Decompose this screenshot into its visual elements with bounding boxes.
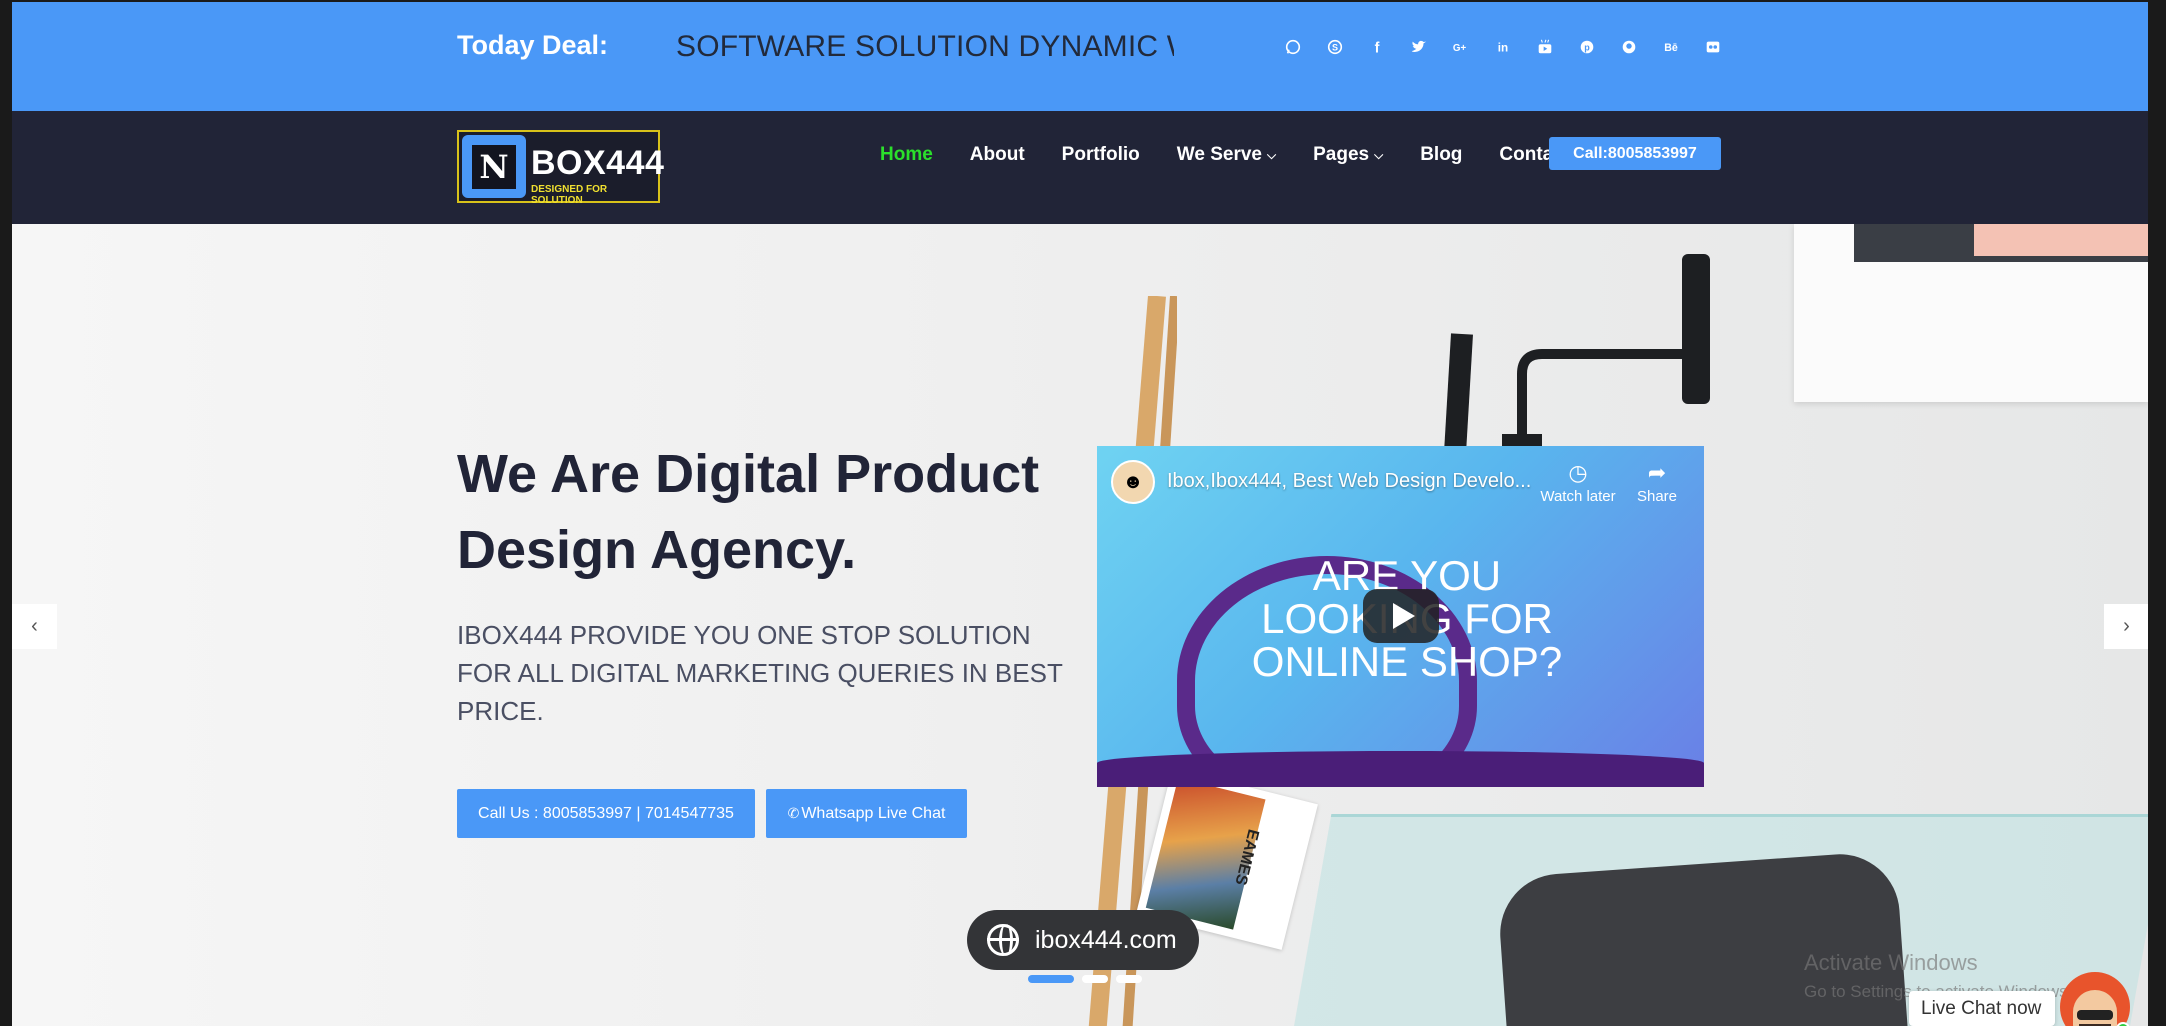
slider-next-button[interactable]: › bbox=[2104, 604, 2148, 649]
share-icon: ➦ bbox=[1647, 460, 1667, 485]
play-button[interactable] bbox=[1363, 589, 1439, 643]
site-logo[interactable]: N BOX444 DESIGNED FOR SOLUTION bbox=[457, 130, 664, 206]
main-menu: Home About Portfolio We Serve ⌵ Pages ⌵ Bl… bbox=[880, 140, 1607, 170]
globe-icon bbox=[987, 924, 1019, 956]
google-plus-icon[interactable]: G+ bbox=[1440, 32, 1482, 62]
github-icon[interactable] bbox=[1608, 32, 1650, 62]
behance-icon[interactable]: Bē bbox=[1650, 32, 1692, 62]
live-chat-button[interactable]: Live Chat now bbox=[1909, 991, 2056, 1026]
logo-text: BOX444 bbox=[531, 144, 665, 182]
whatsapp-icon: ✆ bbox=[787, 805, 800, 821]
twitter-icon[interactable] bbox=[1398, 32, 1440, 62]
social-links: S f G+ in p Bē bbox=[1272, 32, 1734, 62]
logo-tagline: DESIGNED FOR SOLUTION bbox=[531, 184, 608, 206]
slider-dots bbox=[1028, 975, 1142, 983]
play-icon bbox=[1393, 603, 1415, 629]
clock-icon: ◷ bbox=[1568, 460, 1588, 485]
domain-text: ibox444.com bbox=[1035, 925, 1177, 954]
pinterest-icon[interactable]: p bbox=[1566, 32, 1608, 62]
hero-slider: EAMES We Are Digital Product Design Agen… bbox=[12, 224, 2148, 1026]
call-us-button[interactable]: Call Us : 8005853997 | 7014547735 bbox=[457, 789, 755, 838]
menu-item-we-serve-label: We Serve bbox=[1176, 144, 1262, 165]
main-navbar: N BOX444 DESIGNED FOR SOLUTION Home Abou… bbox=[12, 111, 2148, 224]
svg-text:p: p bbox=[1584, 43, 1590, 53]
share-label: Share bbox=[1636, 488, 1678, 505]
chevron-down-icon: ⌵ bbox=[1266, 147, 1277, 162]
slider-dot[interactable] bbox=[1082, 975, 1108, 983]
channel-avatar[interactable]: ☻ bbox=[1111, 460, 1155, 504]
menu-item-pages-label: Pages bbox=[1313, 144, 1370, 165]
chevron-down-icon: ⌵ bbox=[1374, 147, 1384, 162]
call-button[interactable]: Call:8005853997 bbox=[1549, 137, 1721, 170]
facebook-icon[interactable]: f bbox=[1356, 32, 1398, 62]
linkedin-icon[interactable]: in bbox=[1482, 32, 1524, 62]
svg-text:G+: G+ bbox=[1453, 43, 1467, 54]
menu-item-about[interactable]: About bbox=[970, 140, 1025, 170]
browser-viewport: Today Deal: SOFTWARE SOLUTION DYNAMIC W … bbox=[12, 2, 2148, 1026]
whatsapp-chat-button[interactable]: ✆ Whatsapp Live Chat bbox=[766, 789, 967, 838]
video-title[interactable]: Ibox,Ibox444, Best Web Design Develo... bbox=[1167, 470, 1531, 493]
skype-icon[interactable]: S bbox=[1314, 32, 1356, 62]
youtube-video-embed[interactable]: ☻ Ibox,Ibox444, Best Web Design Develo..… bbox=[1097, 446, 1704, 787]
flickr-icon[interactable] bbox=[1692, 32, 1734, 62]
whatsapp-icon[interactable] bbox=[1272, 32, 1314, 62]
domain-pill: ibox444.com bbox=[967, 910, 1199, 970]
menu-item-we-serve[interactable]: We Serve ⌵ bbox=[1177, 140, 1276, 170]
deal-marquee: SOFTWARE SOLUTION DYNAMIC W bbox=[676, 30, 1174, 63]
wall-frame-image bbox=[1794, 224, 2148, 402]
activate-title: Activate Windows bbox=[1804, 950, 1978, 975]
watch-later-button[interactable]: ◷ Watch later bbox=[1533, 460, 1623, 505]
slider-dot[interactable] bbox=[1028, 975, 1074, 983]
watch-later-label: Watch later bbox=[1540, 488, 1616, 505]
slider-dot[interactable] bbox=[1116, 975, 1142, 983]
logo-mark-icon: N bbox=[462, 135, 526, 198]
svg-text:f: f bbox=[1375, 40, 1380, 56]
hero-subtitle: IBOX444 PROVIDE YOU ONE STOP SOLUTION FO… bbox=[457, 620, 1063, 726]
top-deal-bar: Today Deal: SOFTWARE SOLUTION DYNAMIC W … bbox=[12, 2, 2148, 111]
menu-item-pages[interactable]: Pages ⌵ bbox=[1313, 140, 1383, 170]
svg-text:S: S bbox=[1332, 43, 1338, 53]
svg-text:Bē: Bē bbox=[1664, 42, 1678, 54]
hero-title: We Are Digital Product Design Agency. bbox=[457, 444, 1040, 580]
menu-item-blog[interactable]: Blog bbox=[1420, 140, 1462, 170]
slider-prev-button[interactable]: ‹ bbox=[12, 604, 57, 649]
svg-text:in: in bbox=[1498, 42, 1508, 55]
deal-label: Today Deal: bbox=[457, 30, 609, 60]
whatsapp-chat-label: Whatsapp Live Chat bbox=[801, 804, 946, 822]
share-button[interactable]: ➦ Share bbox=[1627, 460, 1687, 505]
youtube-icon[interactable] bbox=[1524, 32, 1566, 62]
menu-item-home[interactable]: Home bbox=[880, 140, 933, 170]
menu-item-portfolio[interactable]: Portfolio bbox=[1062, 140, 1140, 170]
